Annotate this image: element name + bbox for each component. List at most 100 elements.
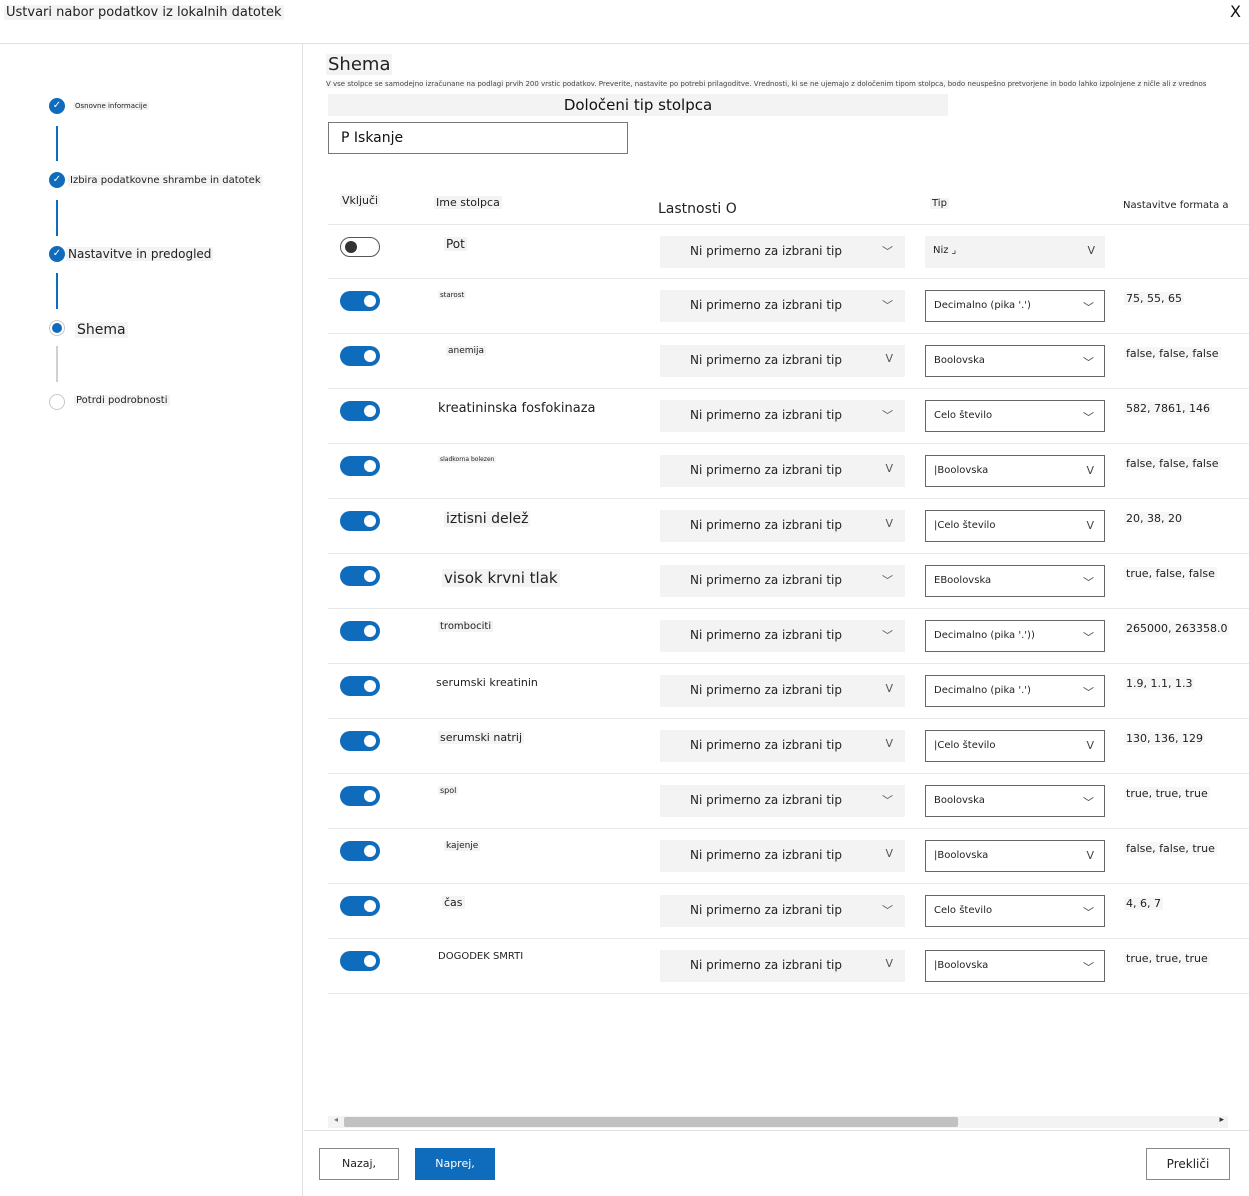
schema-description: V vse stolpce se samodejno izračunane na… xyxy=(326,80,1206,88)
column-name: serumski kreatinin xyxy=(434,676,540,689)
include-toggle[interactable] xyxy=(340,731,380,751)
include-toggle[interactable] xyxy=(340,896,380,916)
properties-dropdown[interactable]: Ni primerno za izbrani tip ﹀ xyxy=(660,620,905,652)
format-sample: true, true, true xyxy=(1124,952,1210,965)
column-name: starost xyxy=(438,291,467,299)
include-toggle[interactable] xyxy=(340,237,380,257)
type-dropdown[interactable]: Boolovska ﹀ xyxy=(925,785,1105,817)
type-value: Decimalno (pika '.')) xyxy=(934,630,1035,641)
type-dropdown[interactable]: |Boolovska V xyxy=(925,455,1105,487)
format-sample: true, false, false xyxy=(1124,567,1217,580)
step-connector xyxy=(56,346,58,382)
format-sample: 75, 55, 65 xyxy=(1124,292,1184,305)
step-label-settings-preview[interactable]: Nastavitve in predogled xyxy=(66,247,214,261)
type-dropdown[interactable]: |Celo število V xyxy=(925,510,1105,542)
column-name: kajenje xyxy=(444,841,481,851)
table-row: starost Ni primerno za izbrani tip ﹀ Decima… xyxy=(328,279,1249,334)
table-row: spol Ni primerno za izbrani tip ﹀ Boolovska… xyxy=(328,774,1249,829)
check-icon: ✓ xyxy=(49,98,65,114)
include-toggle[interactable] xyxy=(340,786,380,806)
properties-value: Ni primerno za izbrani tip xyxy=(690,903,842,917)
cancel-button[interactable]: Prekliči xyxy=(1146,1148,1230,1180)
include-toggle[interactable] xyxy=(340,676,380,696)
include-toggle[interactable] xyxy=(340,291,380,311)
header-include: Vključi xyxy=(340,194,381,207)
step-label-basic-info[interactable]: Osnovne informacije xyxy=(73,102,150,110)
step-label-datastore[interactable]: Izbira podatkovne shrambe in datotek xyxy=(68,175,263,186)
type-dropdown[interactable]: |Boolovska V xyxy=(925,840,1105,872)
properties-dropdown[interactable]: Ni primerno za izbrani tip ﹀ xyxy=(660,895,905,927)
table-row: čas Ni primerno za izbrani tip ﹀ Celo števi… xyxy=(328,884,1249,939)
properties-dropdown[interactable]: Ni primerno za izbrani tip V xyxy=(660,345,905,377)
schema-panel: Shema V vse stolpce se samodejno izračun… xyxy=(304,44,1249,1130)
column-name: kreatininska fosfokinaza xyxy=(436,401,598,416)
chevron-down-icon: ﹀ xyxy=(1083,356,1094,369)
type-dropdown[interactable]: EBoolovska ﹀ xyxy=(925,565,1105,597)
check-icon: ✓ xyxy=(49,172,65,188)
properties-value: Ni primerno za izbrani tip xyxy=(690,958,842,972)
chevron-down-icon: V xyxy=(885,462,893,475)
type-dropdown[interactable]: Decimalno (pika '.')) ﹀ xyxy=(925,620,1105,652)
include-toggle[interactable] xyxy=(340,566,380,586)
scroll-left-icon[interactable]: ◂ xyxy=(334,1115,338,1124)
type-dropdown[interactable]: Decimalno (pika '.') ﹀ xyxy=(925,290,1105,322)
properties-dropdown[interactable]: Ni primerno za izbrani tip V xyxy=(660,455,905,487)
include-toggle[interactable] xyxy=(340,456,380,476)
type-dropdown[interactable]: Boolovska ﹀ xyxy=(925,345,1105,377)
wizard-steps: ✓ Osnovne informacije ✓ Izbira podatkovn… xyxy=(0,44,303,1196)
properties-dropdown[interactable]: Ni primerno za izbrani tip V xyxy=(660,840,905,872)
type-value: |Celo število xyxy=(934,740,996,751)
format-sample: false, false, false xyxy=(1124,457,1221,470)
step-label-confirm[interactable]: Potrdi podrobnosti xyxy=(74,395,170,406)
include-toggle[interactable] xyxy=(340,346,380,366)
chevron-down-icon: ﹀ xyxy=(882,904,893,917)
header-properties: Lastnosti O xyxy=(656,201,739,217)
detected-type-button[interactable]: Določeni tip stolpca xyxy=(328,94,948,116)
type-dropdown[interactable]: Decimalno (pika '.') ﹀ xyxy=(925,675,1105,707)
format-sample: false, false, false xyxy=(1124,347,1221,360)
type-dropdown[interactable]: |Boolovska ﹀ xyxy=(925,950,1105,982)
include-toggle[interactable] xyxy=(340,621,380,641)
horizontal-scrollbar[interactable]: ◂ ▸ xyxy=(328,1115,1228,1128)
properties-dropdown[interactable]: Ni primerno za izbrani tip ﹀ xyxy=(660,236,905,268)
properties-dropdown[interactable]: Ni primerno za izbrani tip ﹀ xyxy=(660,290,905,322)
search-input[interactable]: P Iskanje xyxy=(328,122,628,154)
type-value: |Boolovska xyxy=(934,465,989,476)
type-dropdown[interactable]: |Celo število V xyxy=(925,730,1105,762)
type-dropdown[interactable]: Niz ⌟ V xyxy=(925,236,1105,268)
chevron-down-icon: V xyxy=(885,682,893,695)
properties-dropdown[interactable]: Ni primerno za izbrani tip ﹀ xyxy=(660,400,905,432)
scroll-right-icon[interactable]: ▸ xyxy=(1219,1115,1224,1125)
column-name: trombociti xyxy=(438,621,494,632)
pending-step-icon xyxy=(49,394,65,410)
properties-dropdown[interactable]: Ni primerno za izbrani tip V xyxy=(660,510,905,542)
column-name: čas xyxy=(442,896,465,909)
properties-dropdown[interactable]: Ni primerno za izbrani tip V xyxy=(660,950,905,982)
properties-dropdown[interactable]: Ni primerno za izbrani tip ﹀ xyxy=(660,785,905,817)
properties-value: Ni primerno za izbrani tip xyxy=(690,793,842,807)
properties-dropdown[interactable]: Ni primerno za izbrani tip ﹀ xyxy=(660,565,905,597)
chevron-down-icon: ﹀ xyxy=(882,629,893,642)
properties-dropdown[interactable]: Ni primerno za izbrani tip V xyxy=(660,675,905,707)
properties-dropdown[interactable]: Ni primerno za izbrani tip V xyxy=(660,730,905,762)
type-dropdown[interactable]: Celo število ﹀ xyxy=(925,400,1105,432)
include-toggle[interactable] xyxy=(340,511,380,531)
chevron-down-icon: V xyxy=(885,352,893,365)
scrollbar-thumb[interactable] xyxy=(344,1117,958,1127)
format-sample: true, true, true xyxy=(1124,787,1210,800)
include-toggle[interactable] xyxy=(340,841,380,861)
include-toggle[interactable] xyxy=(340,401,380,421)
close-icon[interactable]: X xyxy=(1230,2,1241,21)
next-button[interactable]: Naprej, xyxy=(415,1148,495,1180)
format-sample: false, false, true xyxy=(1124,842,1217,855)
format-sample: 130, 136, 129 xyxy=(1124,732,1205,745)
step-label-schema[interactable]: Shema xyxy=(75,322,128,338)
table-row: sladkorna bolezen Ni primerno za izbrani … xyxy=(328,444,1249,499)
table-row: serumski natrij Ni primerno za izbrani ti… xyxy=(328,719,1249,774)
column-name: DOGODEK SMRTI xyxy=(436,951,526,962)
back-button[interactable]: Nazaj, xyxy=(319,1148,399,1180)
include-toggle[interactable] xyxy=(340,951,380,971)
type-value: Celo število xyxy=(934,905,993,916)
chevron-down-icon: ﹀ xyxy=(882,409,893,422)
type-dropdown[interactable]: Celo število ﹀ xyxy=(925,895,1105,927)
